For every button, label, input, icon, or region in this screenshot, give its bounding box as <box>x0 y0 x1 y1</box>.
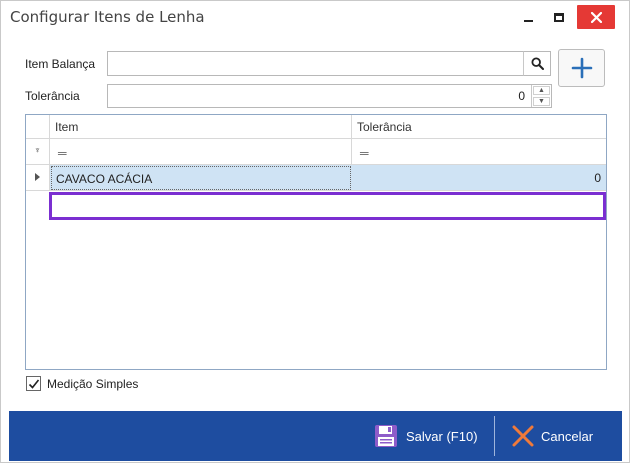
maximize-button[interactable] <box>544 5 574 29</box>
save-button[interactable]: Salvar (F10) <box>374 421 478 451</box>
checkbox-box[interactable] <box>26 376 41 391</box>
dialog-window: Configurar Itens de Lenha Item Balança T… <box>0 0 630 463</box>
item-balanca-input[interactable] <box>108 52 523 75</box>
footer-bar: Salvar (F10) Cancelar <box>9 411 622 461</box>
item-balanca-label: Item Balança <box>25 57 96 71</box>
minimize-button[interactable] <box>513 5 543 29</box>
plus-icon <box>571 57 592 79</box>
floppy-disk-icon <box>375 425 397 447</box>
close-icon <box>590 11 602 23</box>
cancel-button[interactable]: Cancelar <box>511 421 593 451</box>
cell-item[interactable]: CAVACO ACÁCIA <box>51 166 351 190</box>
filter-row: ♆ ═ ═ <box>26 139 606 165</box>
checkmark-icon <box>28 379 40 389</box>
filter-equals-icon: ═ <box>360 146 368 160</box>
filter-equals-icon: ═ <box>58 146 66 160</box>
x-icon <box>512 425 534 447</box>
medicao-simples-checkbox[interactable]: Medição Simples <box>26 376 138 391</box>
cell-tolerancia-text: 0 <box>594 171 601 185</box>
filter-row-indicator: ♆ <box>26 139 50 164</box>
search-icon <box>530 57 544 70</box>
tolerancia-spinner[interactable]: 0 ▲ ▼ <box>107 84 552 108</box>
grid-header: Item Tolerância <box>26 115 606 139</box>
tolerancia-label: Tolerância <box>25 89 80 103</box>
window-title: Configurar Itens de Lenha <box>10 8 205 26</box>
column-header-item[interactable]: Item <box>50 115 352 138</box>
spin-up-icon[interactable]: ▲ <box>533 86 550 95</box>
add-button[interactable] <box>558 49 605 87</box>
cell-tolerancia[interactable]: 0 <box>352 165 606 190</box>
items-grid: Item Tolerância ♆ ═ ═ CAVACO ACÁCIA 0 <box>25 114 607 370</box>
row-indicator <box>26 165 50 190</box>
item-balanca-field-wrap <box>107 51 524 76</box>
row-arrow-icon <box>35 173 40 181</box>
title-bar: Configurar Itens de Lenha <box>1 1 629 33</box>
maximize-icon <box>554 12 564 22</box>
medicao-simples-label: Medição Simples <box>47 376 139 391</box>
save-label: Salvar (F10) <box>406 428 478 444</box>
tolerancia-value: 0 <box>518 89 525 103</box>
new-row-highlight[interactable] <box>49 192 606 220</box>
close-button[interactable] <box>577 5 615 29</box>
column-header-item-label: Item <box>55 120 79 134</box>
table-row[interactable]: CAVACO ACÁCIA 0 <box>26 165 606 191</box>
cell-item-text: CAVACO ACÁCIA <box>56 172 153 186</box>
cancel-label: Cancelar <box>541 428 594 444</box>
filter-cell-item[interactable]: ═ <box>50 139 352 164</box>
footer-divider <box>494 416 495 456</box>
minimize-icon <box>523 20 533 22</box>
spin-buttons: ▲ ▼ <box>531 85 551 107</box>
pin-icon: ♆ <box>34 145 41 155</box>
column-header-tolerancia[interactable]: Tolerância <box>352 115 606 138</box>
row-indicator-header <box>26 115 50 138</box>
column-header-tolerancia-label: Tolerância <box>357 120 412 134</box>
spin-down-icon[interactable]: ▼ <box>533 97 550 106</box>
filter-cell-tolerancia[interactable]: ═ <box>352 139 606 164</box>
search-button[interactable] <box>523 51 551 76</box>
